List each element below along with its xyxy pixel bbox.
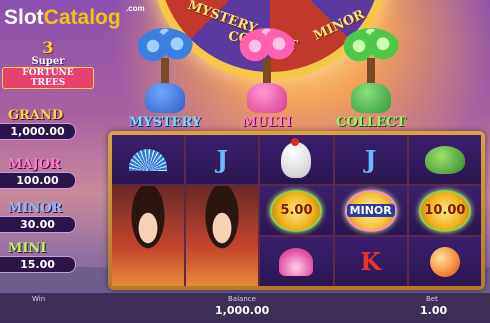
symbol-coin: 10.00	[408, 186, 481, 235]
jackpot-major: MAJOR 100.00	[0, 157, 78, 195]
coin-minor-label: MINOR	[346, 204, 395, 217]
multi-label: MULTI	[242, 115, 292, 130]
teapot-icon	[424, 145, 465, 174]
slotcatalog-logo: SlotCatalog .com	[4, 4, 145, 30]
balance-value: 1,000.00	[215, 304, 270, 317]
coin-minor: MINOR	[344, 189, 397, 232]
game-title-line1: Super	[31, 56, 65, 67]
letter-j: J	[216, 145, 228, 174]
letter-j: J	[365, 145, 377, 174]
symbol-coin: 5.00	[260, 186, 333, 235]
collect-tree-pot	[351, 83, 391, 113]
logo-catalog-text: Catalog	[43, 6, 121, 29]
lotus-icon	[279, 247, 314, 276]
jackpot-grand-value: 1,000.00	[0, 123, 76, 140]
multi-tree	[232, 28, 302, 118]
mystery-tree	[130, 28, 200, 118]
crane-icon	[281, 137, 312, 178]
logo-com-text: .com	[126, 4, 145, 13]
symbol-j: J	[334, 135, 407, 184]
coin-5-value: 5.00	[280, 203, 313, 218]
win-label: Win	[32, 295, 46, 303]
game-title-number: 3	[42, 38, 54, 57]
fan-icon	[129, 148, 168, 171]
mystery-tree-pot	[145, 83, 185, 113]
jackpot-grand: GRAND 1,000.00	[0, 108, 78, 146]
jackpot-minor-value: 30.00	[0, 216, 76, 233]
coin-10-value: 10.00	[424, 203, 466, 218]
game-title-logo: 3 Super FORTUNE TREES	[2, 40, 94, 89]
symbol-lady	[186, 186, 259, 286]
symbol-lady	[112, 186, 185, 286]
symbol-peach	[408, 237, 481, 286]
coin-5: 5.00	[270, 189, 323, 232]
jackpot-mini-label: MINI	[8, 241, 47, 256]
symbol-lotus	[260, 237, 333, 286]
jackpot-mini-value: 15.00	[0, 256, 76, 273]
coin-10: 10.00	[418, 189, 471, 232]
collect-label: COLLECT	[336, 115, 406, 130]
reel-frame: J J 5.00 MINOR 10.00 K	[108, 131, 485, 290]
balance-label: Balance	[228, 295, 256, 303]
bottom-bar: Win Balance 1,000.00 Bet 1.00	[0, 293, 490, 323]
lady-portrait	[186, 186, 259, 286]
logo-slot-text: Slot	[4, 6, 44, 29]
jackpot-minor-label: MINOR	[8, 201, 63, 216]
bet-label: Bet	[426, 295, 438, 303]
bet-value: 1.00	[420, 304, 448, 317]
lady-portrait	[112, 186, 185, 286]
jackpot-major-value: 100.00	[0, 172, 76, 189]
reel-grid: J J 5.00 MINOR 10.00 K	[112, 135, 481, 286]
jackpot-major-label: MAJOR	[8, 157, 61, 172]
collect-tree	[336, 28, 406, 118]
game-title-line2: FORTUNE TREES	[2, 67, 94, 89]
jackpot-grand-label: GRAND	[8, 108, 64, 123]
multi-tree-pot	[247, 83, 287, 113]
jackpot-minor: MINOR 30.00	[0, 201, 78, 239]
symbol-k: K	[334, 237, 407, 286]
symbol-crane	[260, 135, 333, 184]
symbol-coin-minor: MINOR	[334, 186, 407, 235]
peach-icon	[429, 246, 460, 277]
mystery-label: MYSTERY	[128, 115, 202, 130]
letter-k: K	[360, 247, 382, 276]
symbol-teapot	[408, 135, 481, 184]
symbol-j: J	[186, 135, 259, 184]
symbol-fan	[112, 135, 185, 184]
jackpot-mini: MINI 15.00	[0, 241, 78, 279]
